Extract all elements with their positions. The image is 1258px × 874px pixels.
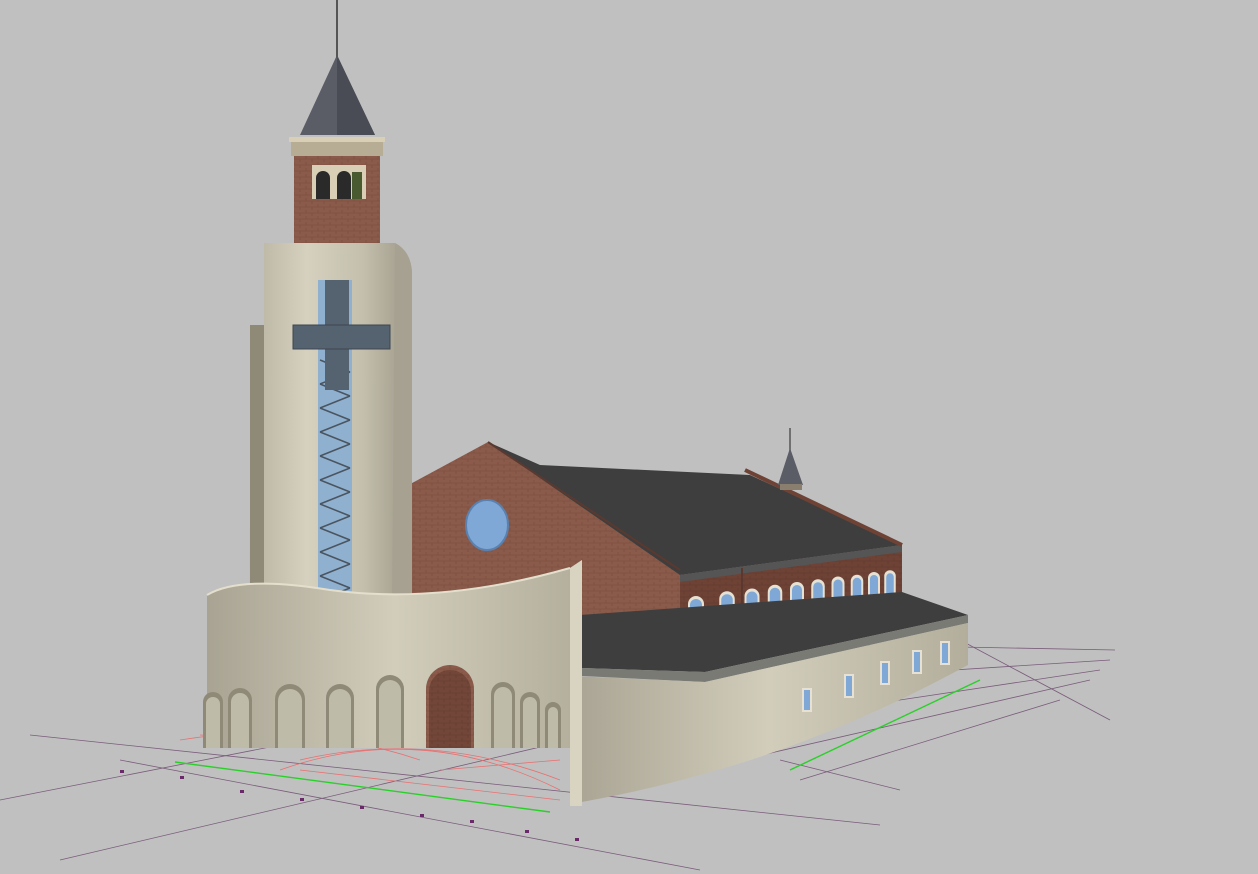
arch-opening [426, 665, 474, 748]
side-aisle [570, 592, 968, 804]
arch-opening [228, 688, 252, 748]
arch-opening [203, 692, 223, 748]
church-3d-model [0, 0, 1116, 871]
bell-tower [249, 0, 412, 605]
arch-opening [326, 684, 354, 748]
rose-window-icon [465, 499, 509, 551]
arch-opening [545, 702, 561, 748]
arch-opening [491, 682, 515, 748]
small-spire [778, 428, 803, 490]
ground-markers [120, 770, 579, 841]
arch-opening [520, 692, 540, 748]
arch-opening [376, 675, 404, 748]
belfry-openings [312, 165, 366, 199]
3d-viewport[interactable] [0, 0, 1258, 874]
nave-window [884, 570, 896, 596]
arch-opening [275, 684, 305, 748]
